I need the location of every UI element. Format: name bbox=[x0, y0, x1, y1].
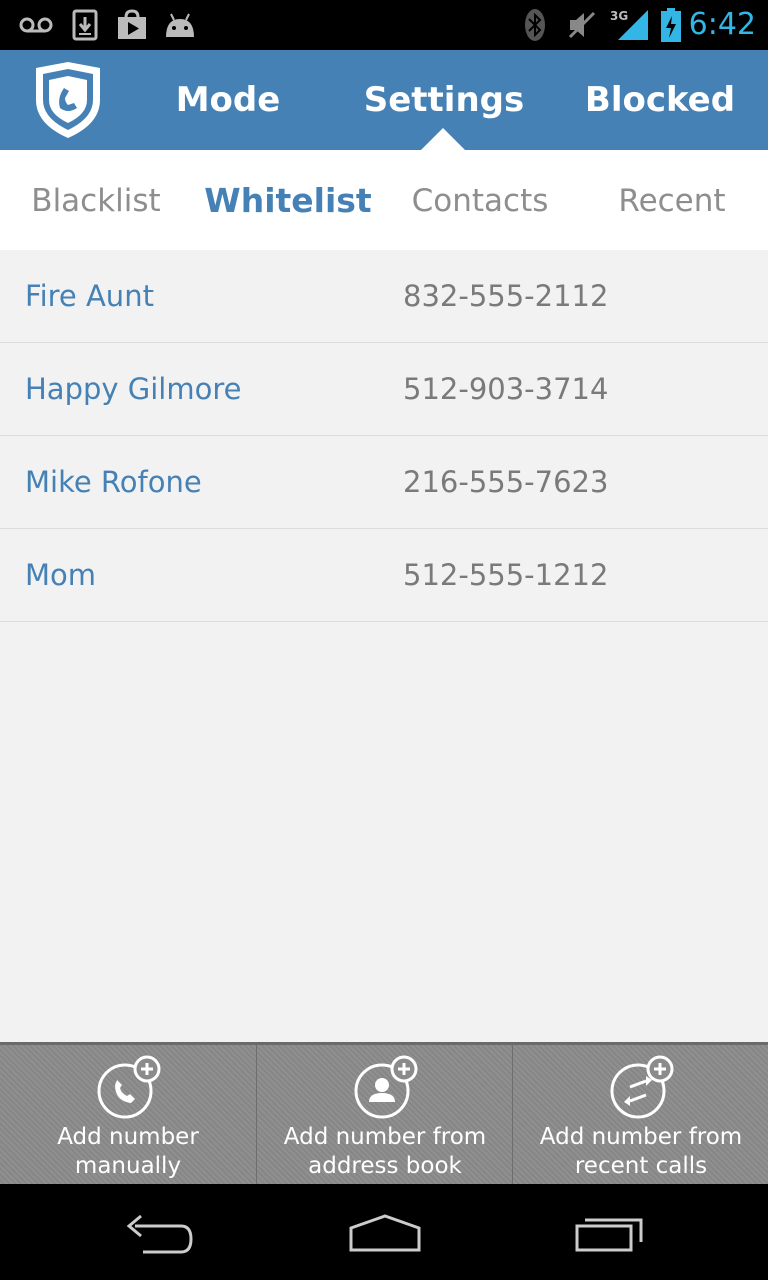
voicemail-icon bbox=[18, 8, 54, 42]
contact-phone: 832-555-2112 bbox=[403, 279, 609, 313]
add-from-address-book-label: Add number from address book bbox=[283, 1124, 487, 1179]
contact-phone: 512-555-1212 bbox=[403, 558, 609, 592]
whitelist: Fire Aunt 832-555-2112 Happy Gilmore 512… bbox=[0, 250, 768, 1042]
subtab-blacklist[interactable]: Blacklist bbox=[0, 150, 192, 250]
clock: 6:42 bbox=[688, 7, 756, 42]
subtab-contacts[interactable]: Contacts bbox=[384, 150, 576, 250]
tab-blocked[interactable]: Blocked bbox=[580, 50, 740, 150]
add-contact-icon bbox=[352, 1055, 428, 1119]
download-icon bbox=[72, 8, 98, 42]
list-item[interactable]: Happy Gilmore 512-903-3714 bbox=[0, 343, 768, 436]
add-manually-button[interactable]: Add number manually bbox=[0, 1045, 256, 1184]
system-nav-bar bbox=[0, 1184, 768, 1280]
add-from-recent-calls-label: Add number from recent calls bbox=[539, 1124, 743, 1179]
status-bar: 3G 6:42 bbox=[0, 0, 768, 50]
contact-name: Fire Aunt bbox=[25, 279, 154, 313]
sub-tab-bar: Blacklist Whitelist Contacts Recent bbox=[0, 150, 768, 250]
tab-mode[interactable]: Mode bbox=[150, 50, 306, 150]
contact-name: Mom bbox=[25, 558, 97, 592]
svg-text:3G: 3G bbox=[610, 9, 628, 23]
list-item[interactable]: Mike Rofone 216-555-7623 bbox=[0, 436, 768, 529]
add-phone-icon bbox=[95, 1055, 171, 1119]
contact-name: Happy Gilmore bbox=[25, 372, 242, 406]
add-from-address-book-button[interactable]: Add number from address book bbox=[256, 1045, 512, 1184]
home-icon[interactable] bbox=[339, 1204, 429, 1260]
battery-charging-icon bbox=[660, 8, 682, 42]
recent-apps-icon[interactable] bbox=[565, 1204, 655, 1260]
subtab-recent[interactable]: Recent bbox=[576, 150, 768, 250]
contact-name: Mike Rofone bbox=[25, 465, 202, 499]
shield-phone-icon[interactable] bbox=[30, 60, 110, 140]
android-icon bbox=[162, 8, 198, 42]
back-icon[interactable] bbox=[115, 1204, 205, 1260]
contact-phone: 216-555-7623 bbox=[403, 465, 609, 499]
add-from-recent-calls-button[interactable]: Add number from recent calls bbox=[512, 1045, 768, 1184]
subtab-whitelist[interactable]: Whitelist bbox=[192, 150, 384, 250]
action-bar: Mode Settings Blocked bbox=[0, 50, 768, 150]
play-store-icon bbox=[115, 8, 149, 42]
mute-icon bbox=[566, 8, 598, 42]
add-recent-calls-icon bbox=[608, 1055, 684, 1119]
signal-icon: 3G bbox=[608, 8, 650, 42]
bottom-action-bar: Add number manually Add number from addr… bbox=[0, 1042, 768, 1184]
selected-tab-indicator bbox=[421, 128, 465, 150]
list-item[interactable]: Fire Aunt 832-555-2112 bbox=[0, 250, 768, 343]
add-manually-label: Add number manually bbox=[57, 1124, 199, 1179]
bluetooth-icon bbox=[524, 8, 546, 42]
contact-phone: 512-903-3714 bbox=[403, 372, 609, 406]
list-item[interactable]: Mom 512-555-1212 bbox=[0, 529, 768, 622]
